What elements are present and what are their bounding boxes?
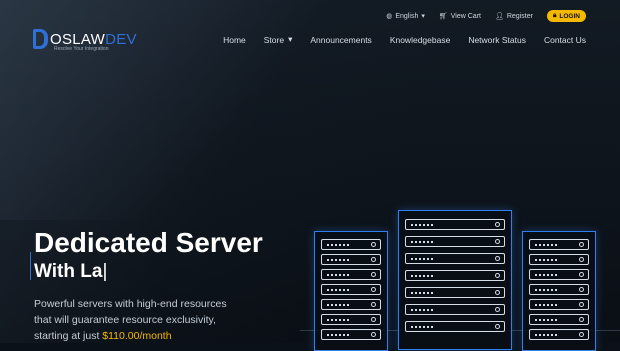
hero-subtitle-text: With La bbox=[34, 261, 103, 282]
hero-desc-line1: Powerful servers with high-end resources bbox=[34, 298, 227, 310]
brand-name-part1: OSLAW bbox=[50, 30, 106, 48]
top-utility-bar: ◍ English ▾ 🛒︎ View Cart 👤︎ Register 🔒︎ … bbox=[386, 10, 586, 22]
server-unit bbox=[321, 284, 381, 295]
nav-item-store-label: Store bbox=[263, 34, 285, 45]
caret-down-icon: ▾ bbox=[288, 34, 293, 44]
nav-item-store[interactable]: Store ▾ bbox=[264, 34, 293, 45]
server-unit bbox=[529, 239, 589, 250]
login-button[interactable]: 🔒︎ LOGIN bbox=[546, 10, 586, 22]
nav-item-home[interactable]: Home bbox=[223, 34, 246, 45]
lock-icon: 🔒︎ bbox=[552, 12, 557, 19]
server-unit bbox=[321, 314, 381, 325]
server-unit bbox=[405, 253, 505, 264]
language-selector[interactable]: ◍ English ▾ bbox=[386, 12, 425, 21]
server-unit bbox=[321, 329, 381, 340]
hero-title: Dedicated Server bbox=[34, 227, 263, 258]
brand-tagline: Resolve Your Integration bbox=[54, 46, 109, 52]
server-unit bbox=[321, 239, 381, 250]
caret-down-icon: ▾ bbox=[421, 13, 425, 20]
brand-name-part2: DEV bbox=[105, 30, 137, 48]
globe-icon: ◍ bbox=[386, 13, 393, 20]
server-unit bbox=[321, 269, 381, 280]
server-unit bbox=[529, 299, 589, 310]
main-nav: Home Store ▾ Announcements Knowledgebase… bbox=[223, 34, 586, 45]
language-label: English bbox=[395, 12, 419, 20]
server-rack-center bbox=[398, 210, 512, 350]
server-unit bbox=[529, 254, 589, 265]
server-unit bbox=[405, 287, 505, 298]
server-unit bbox=[321, 299, 381, 310]
server-rack-right bbox=[522, 231, 596, 351]
nav-item-announcements[interactable]: Announcements bbox=[310, 34, 371, 45]
nav-item-contact-us[interactable]: Contact Us bbox=[544, 34, 586, 45]
server-unit bbox=[405, 270, 505, 281]
hero-desc-line3: starting at just $110.00/month bbox=[34, 328, 234, 344]
register-label: Register bbox=[506, 12, 533, 20]
server-unit bbox=[529, 269, 589, 280]
server-unit bbox=[529, 329, 589, 340]
view-cart-link[interactable]: 🛒︎ View Cart bbox=[438, 12, 481, 21]
brand-logo[interactable]: OSLAW DEV Resolve Your Integration bbox=[33, 29, 137, 52]
hero-description: Powerful servers with high-end resources… bbox=[34, 296, 234, 344]
server-unit bbox=[321, 254, 381, 265]
view-cart-label: View Cart bbox=[450, 12, 481, 20]
nav-item-network-status[interactable]: Network Status bbox=[468, 34, 526, 45]
server-unit bbox=[405, 304, 505, 315]
hero-price: $110.00/month bbox=[102, 330, 172, 342]
typing-cursor: | bbox=[102, 261, 108, 282]
nav-item-knowledgebase[interactable]: Knowledgebase bbox=[390, 34, 451, 45]
hero-desc-prefix: starting at just bbox=[34, 330, 103, 342]
cart-icon: 🛒︎ bbox=[438, 13, 448, 20]
user-plus-icon: 👤︎ bbox=[494, 13, 504, 20]
logo-mark-icon bbox=[33, 29, 48, 49]
register-link[interactable]: 👤︎ Register bbox=[494, 12, 533, 21]
server-unit bbox=[405, 321, 505, 332]
login-label: LOGIN bbox=[559, 12, 580, 20]
hero-subtitle: With La| bbox=[34, 261, 107, 283]
hero-accent-bar bbox=[30, 252, 31, 280]
server-unit bbox=[529, 284, 589, 295]
hero-desc-line2: that will guarantee resource exclusivity… bbox=[34, 314, 216, 326]
server-rack-left bbox=[314, 231, 388, 351]
server-unit bbox=[405, 236, 505, 247]
server-unit bbox=[529, 314, 589, 325]
server-unit bbox=[405, 219, 505, 230]
